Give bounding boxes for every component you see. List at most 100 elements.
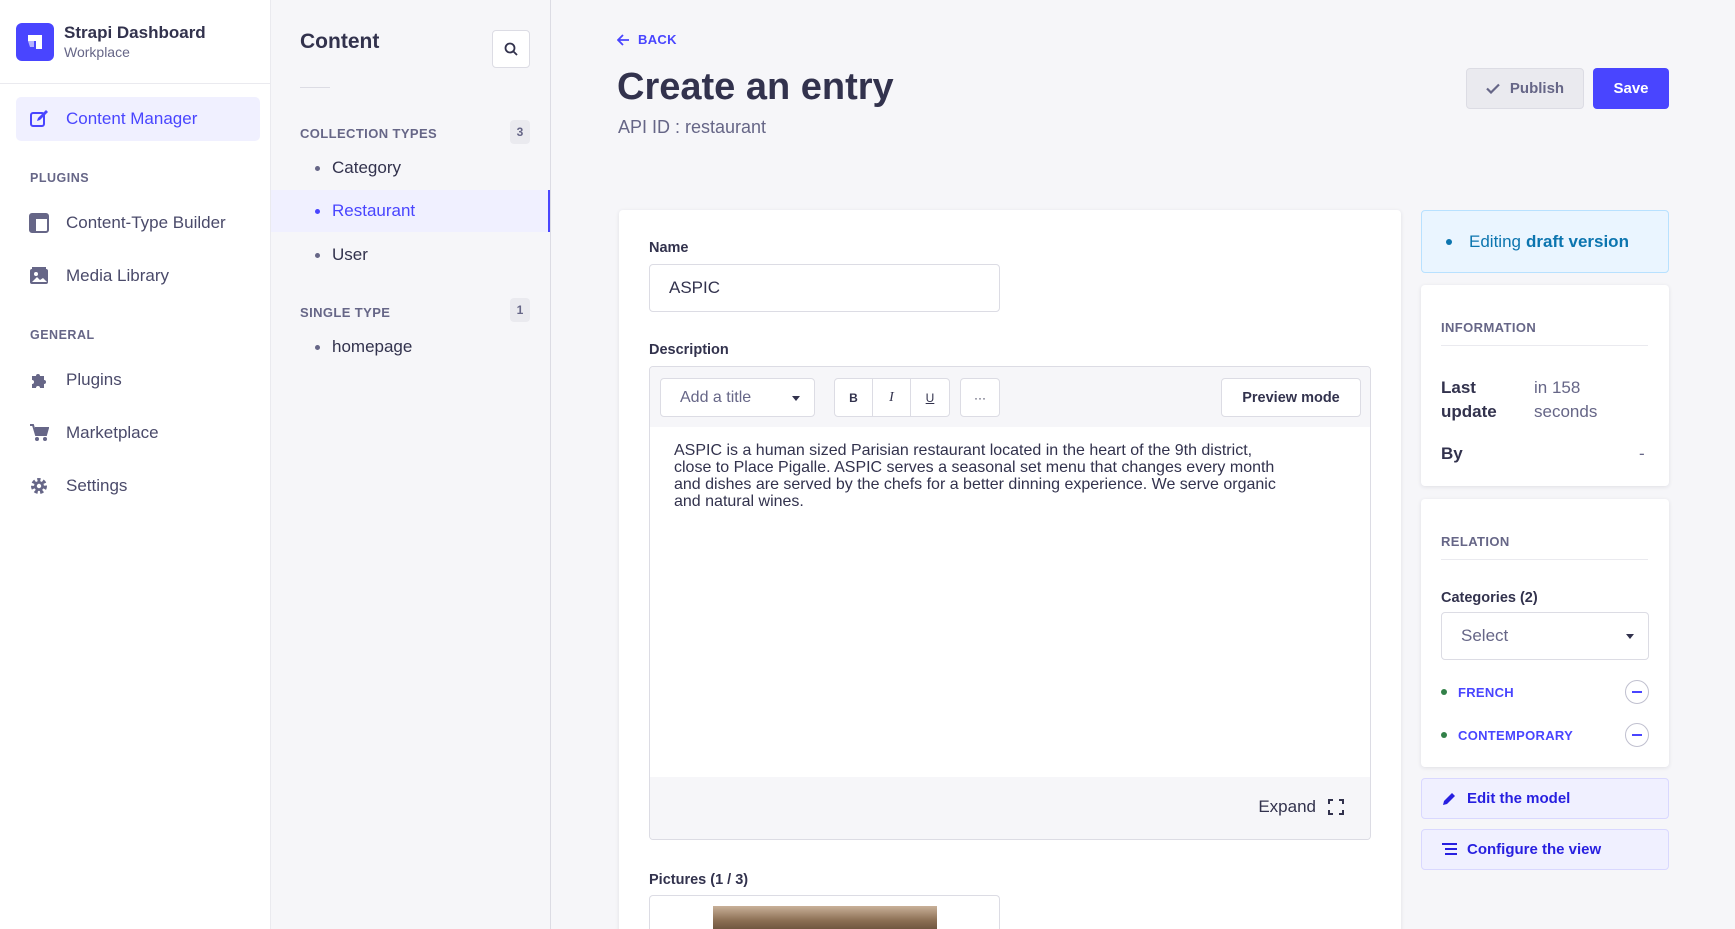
- title-select[interactable]: Add a title: [660, 378, 815, 417]
- strapi-logo: [16, 23, 54, 61]
- back-link[interactable]: BACK: [617, 32, 677, 47]
- page-title: Create an entry: [617, 66, 894, 108]
- subnav-search-button[interactable]: [492, 30, 530, 68]
- main-nav: Strapi Dashboard Workplace Content Manag…: [0, 0, 271, 929]
- nav-item-label: Marketplace: [66, 423, 159, 442]
- draft-prefix: Editing: [1469, 231, 1521, 251]
- expand-label: Expand: [1258, 797, 1316, 816]
- last-update-value: in 158 seconds: [1534, 378, 1598, 421]
- subnav-item-category[interactable]: Category: [271, 147, 550, 189]
- puzzle-icon: [28, 369, 50, 391]
- relation-heading: RELATION: [1441, 534, 1510, 549]
- title-select-value: Add a title: [680, 388, 752, 406]
- draft-version-label: draft version: [1525, 231, 1629, 251]
- brand-subtitle: Workplace: [64, 44, 130, 60]
- description-textarea[interactable]: ASPIC is a human sized Parisian restaura…: [674, 442, 1344, 510]
- relation-link[interactable]: CONTEMPORARY: [1458, 728, 1573, 743]
- nav-item-label: Plugins: [66, 370, 122, 389]
- underline-button[interactable]: U: [911, 379, 949, 416]
- by-value: -: [1639, 444, 1645, 463]
- editor-footer: Expand: [650, 777, 1370, 839]
- nav-item-media-library[interactable]: Media Library: [16, 254, 260, 298]
- list-icon: [1442, 842, 1457, 857]
- nav-divider: [0, 83, 270, 84]
- edit-model-button[interactable]: Edit the model: [1421, 778, 1669, 819]
- subnav-item-user[interactable]: User: [271, 234, 550, 276]
- cart-icon: [28, 422, 50, 444]
- collection-types-count: 3: [510, 120, 530, 144]
- editor-toolbar: Add a title B I U ··· Preview mode: [650, 367, 1370, 427]
- bold-button[interactable]: B: [835, 379, 873, 416]
- description-line: ASPIC is a human sized Parisian restaura…: [674, 442, 1253, 459]
- subnav-item-label: Category: [332, 158, 401, 177]
- information-heading: INFORMATION: [1441, 320, 1537, 335]
- configure-view-label: Configure the view: [1467, 841, 1602, 858]
- caret-down-icon: [1626, 634, 1634, 639]
- nav-item-content-manager[interactable]: Content Manager: [16, 97, 260, 141]
- more-button-group: ···: [960, 378, 1000, 417]
- minus-icon: [1632, 691, 1642, 693]
- picture-thumbnail[interactable]: [713, 906, 937, 929]
- italic-button[interactable]: I: [873, 379, 911, 416]
- gear-icon: [28, 475, 50, 497]
- name-input[interactable]: ASPIC: [649, 264, 1000, 312]
- api-id: API ID : restaurant: [618, 117, 767, 137]
- nav-item-content-type-builder[interactable]: Content-Type Builder: [16, 201, 260, 245]
- expand-button[interactable]: Expand: [1258, 797, 1344, 817]
- brand-title: Strapi Dashboard: [64, 23, 206, 42]
- images-icon: [28, 265, 50, 287]
- nav-item-label: Settings: [66, 476, 128, 495]
- content-subnav: Content COLLECTION TYPES 3 Category Rest…: [271, 0, 551, 929]
- subnav-item-label: Restaurant: [332, 201, 416, 220]
- nav-item-label: Media Library: [66, 266, 169, 285]
- plugins-heading: PLUGINS: [30, 171, 90, 185]
- status-dot: [1446, 238, 1452, 245]
- remove-relation-button[interactable]: [1625, 723, 1649, 747]
- collection-types-heading: COLLECTION TYPES: [300, 126, 438, 141]
- single-type-heading: SINGLE TYPE: [300, 305, 391, 320]
- nav-item-label: Content-Type Builder: [66, 213, 226, 232]
- panel-divider: [1441, 559, 1648, 560]
- nav-item-settings[interactable]: Settings: [16, 464, 260, 508]
- minus-icon: [1632, 734, 1642, 736]
- edit-model-label: Edit the model: [1467, 790, 1571, 807]
- single-type-count: 1: [510, 298, 530, 322]
- by-key: By: [1441, 444, 1463, 463]
- save-button[interactable]: Save: [1593, 68, 1669, 109]
- pictures-carousel[interactable]: [649, 895, 1000, 929]
- preview-mode-button[interactable]: Preview mode: [1221, 378, 1361, 417]
- categories-select-placeholder: Select: [1461, 626, 1509, 645]
- categories-label: Categories (2): [1441, 590, 1538, 606]
- name-label: Name: [649, 240, 689, 256]
- expand-icon: [1328, 799, 1344, 815]
- pictures-label: Pictures (1 / 3): [649, 872, 749, 888]
- description-line: and dishes are served by the chefs for a…: [674, 476, 1276, 493]
- nav-item-marketplace[interactable]: Marketplace: [16, 411, 260, 455]
- pencil-icon: [1442, 791, 1457, 806]
- subnav-item-restaurant[interactable]: Restaurant: [271, 190, 550, 232]
- last-update-key: Last update: [1441, 378, 1497, 421]
- wysiwyg-editor: Add a title B I U ··· Preview mode ASPIC…: [649, 366, 1371, 840]
- description-line: close to Place Pigalle. ASPIC serves a s…: [674, 459, 1275, 476]
- categories-select[interactable]: Select: [1441, 612, 1649, 660]
- status-dot: [1441, 689, 1447, 695]
- description-label: Description: [649, 342, 729, 358]
- relation-item-french: FRENCH: [1441, 680, 1649, 704]
- nav-item-plugins[interactable]: Plugins: [16, 358, 260, 402]
- subnav-title: Content: [300, 30, 380, 53]
- relation-item-contemporary: CONTEMPORARY: [1441, 723, 1649, 747]
- subnav-item-label: User: [332, 245, 368, 264]
- remove-relation-button[interactable]: [1625, 680, 1649, 704]
- check-icon: [1486, 83, 1500, 94]
- publish-button[interactable]: Publish: [1466, 68, 1584, 109]
- description-line: and natural wines.: [674, 493, 804, 510]
- caret-down-icon: [792, 396, 800, 401]
- relation-link[interactable]: FRENCH: [1458, 685, 1514, 700]
- relation-panel: RELATION Categories (2) Select FRENCH CO…: [1421, 499, 1669, 767]
- subnav-divider: [300, 87, 330, 88]
- arrow-left-icon: [617, 33, 630, 46]
- brand[interactable]: Strapi Dashboard Workplace: [16, 22, 206, 62]
- subnav-item-homepage[interactable]: homepage: [271, 326, 550, 368]
- more-button[interactable]: ···: [961, 379, 999, 416]
- configure-view-button[interactable]: Configure the view: [1421, 829, 1669, 870]
